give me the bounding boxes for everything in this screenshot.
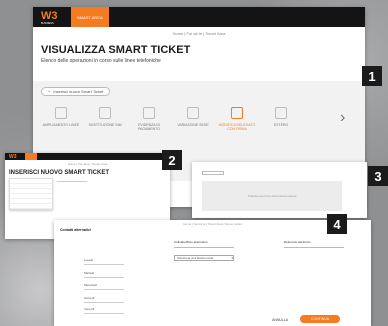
signature-icon (231, 107, 243, 119)
operations-list: AMPLIAMENTO LINEE SOSTITUZIONE SIM EVIDE… (39, 107, 303, 132)
day-label: Mercoledì (84, 283, 98, 287)
operation-sostituzione-sim[interactable]: SOSTITUZIONE SIM (83, 107, 127, 132)
plus-icon: + (48, 89, 51, 94)
day-label: Venerdì (84, 307, 95, 311)
operation-modifica-delegato[interactable]: MODIFICA DELEGATO CON FIRMA (215, 107, 259, 132)
operation-ampliamento-linee[interactable]: AMPLIAMENTO LINEE (39, 107, 83, 132)
breadcrumb[interactable]: Home | Fai da te | Smart Area (33, 31, 365, 36)
breadcrumb[interactable]: Home | Fai da te | Smart Area | Nuovo ti… (54, 222, 371, 226)
page-title: VISUALIZZA SMART TICKET (41, 44, 191, 56)
alternative-contacts-panel: Home | Fai da te | Smart Area | Nuovo ti… (54, 220, 371, 326)
alt-phone-label: Cellulare/fisso alternativo (174, 240, 208, 244)
alt-phone-input[interactable] (174, 247, 234, 248)
day-label: Giovedì (84, 296, 95, 300)
file-select-button[interactable] (202, 171, 224, 175)
operation-evidenza-pagamento[interactable]: EVIDENZA DI PAGAMENTO (127, 107, 171, 132)
badge-4: 4 (327, 214, 347, 234)
day-input[interactable] (84, 313, 124, 314)
top-bar: W3 (5, 153, 170, 160)
continue-button[interactable]: CONTINUA (300, 315, 340, 323)
day-label: Lunedì (84, 258, 94, 262)
day-input[interactable] (84, 289, 124, 290)
ref-name-label: Referente telefonico (284, 240, 311, 244)
day-input[interactable] (84, 302, 124, 303)
sim-icon (99, 107, 111, 119)
badge-3: 3 (368, 166, 388, 186)
chevron-down-icon: ▾ (231, 256, 233, 260)
insert-new-ticket-button[interactable]: + Inserisci nuovo Smart Ticket (41, 87, 111, 96)
contacts-heading: Contatti alternativi (60, 228, 91, 232)
ref-name-input[interactable] (284, 247, 344, 248)
ticket-type-dropdown[interactable] (9, 178, 53, 210)
page-subtitle: Elenco delle operazioni in corso sulle l… (41, 58, 161, 64)
chevron-right-icon[interactable]: › (340, 109, 345, 127)
nav-tab-smart-area[interactable] (25, 153, 37, 160)
dropdown-option[interactable] (10, 204, 52, 209)
nav-tab-smart-area[interactable]: SMART AREA (71, 7, 109, 27)
badge-1: 1 (362, 66, 382, 86)
badge-2: 2 (162, 150, 182, 170)
operation-estero[interactable]: ESTERO (259, 107, 303, 132)
lines-icon (55, 107, 67, 119)
globe-icon (275, 107, 287, 119)
top-bar: W3 BUSINESS SMART AREA (33, 7, 365, 27)
payment-icon (143, 107, 155, 119)
breadcrumb[interactable]: Home | Fai da te | Smart Area (5, 162, 170, 166)
file-drop-zone[interactable]: Trascina qui il tuo documento oppure (202, 181, 342, 211)
operation-variazione-sede[interactable]: VARIAZIONE SEDE (171, 107, 215, 132)
page-title: INSERISCI NUOVO SMART TICKET (9, 170, 110, 176)
day-input[interactable] (84, 277, 124, 278)
wind3-logo[interactable]: W3 BUSINESS (41, 10, 65, 25)
cancel-button[interactable]: ANNULLA (272, 318, 288, 322)
day-label: Martedì (84, 271, 95, 275)
time-slot-select[interactable]: Seleziona una fascia oraria ▾ (174, 255, 234, 261)
divider (57, 181, 87, 182)
building-icon (187, 107, 199, 119)
day-input[interactable] (84, 264, 124, 265)
upload-panel: Trascina qui il tuo documento oppure (192, 162, 367, 218)
wind3-logo[interactable]: W3 (9, 154, 21, 160)
logo-subtitle: BUSINESS (41, 21, 54, 25)
